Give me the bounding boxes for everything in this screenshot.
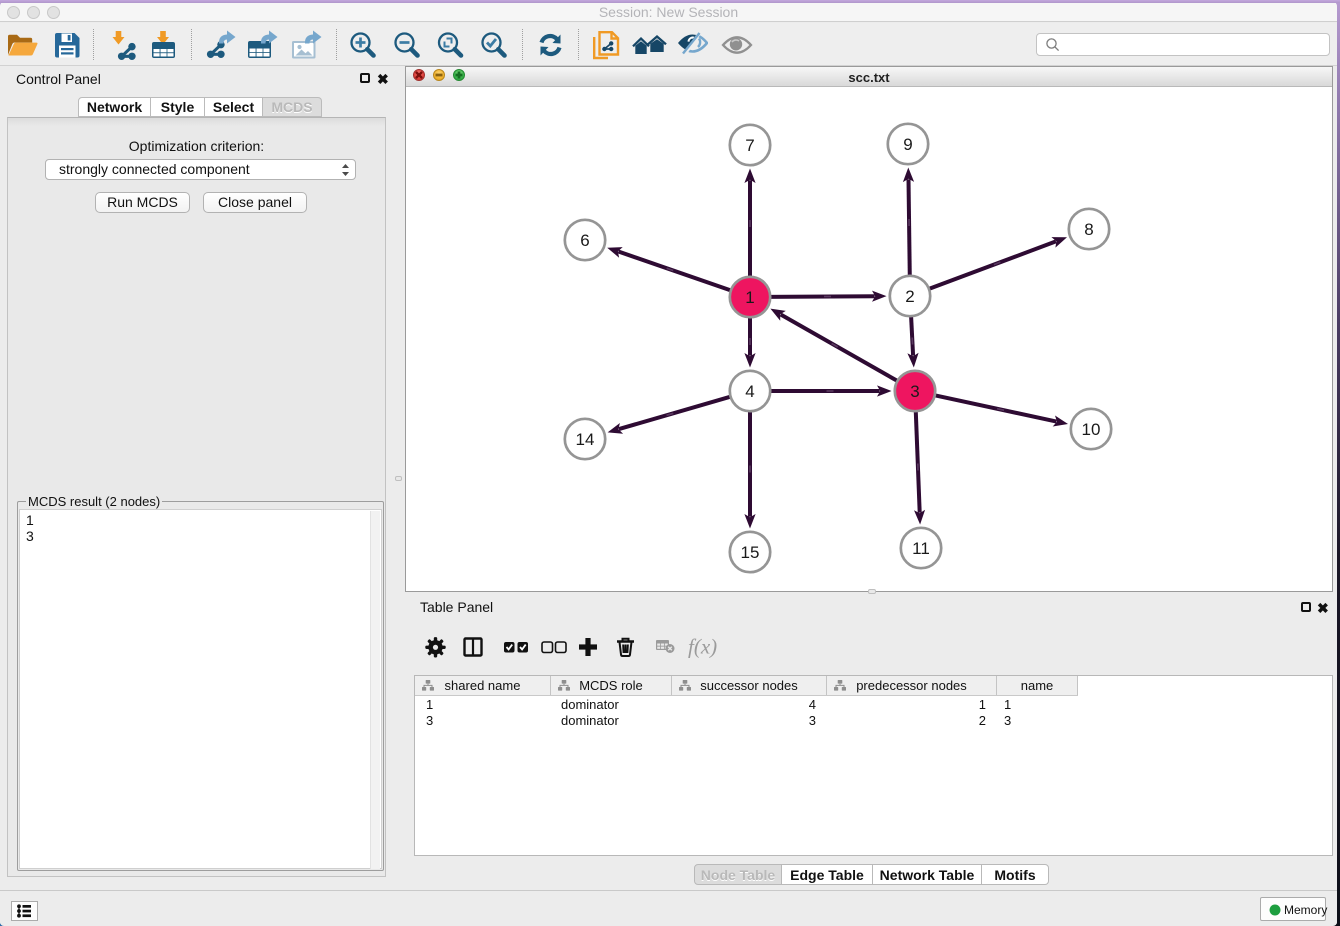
svg-text:7: 7: [745, 136, 754, 155]
svg-text:1: 1: [745, 288, 754, 307]
svg-text:8: 8: [1084, 220, 1093, 239]
svg-text:4: 4: [745, 382, 754, 401]
svg-text:3: 3: [910, 382, 919, 401]
svg-text:2: 2: [905, 287, 914, 306]
svg-text:10: 10: [1082, 420, 1101, 439]
svg-text:6: 6: [580, 231, 589, 250]
svg-text:11: 11: [912, 539, 930, 558]
svg-text:f(x): f(x): [688, 635, 717, 659]
svg-text:9: 9: [903, 135, 912, 154]
svg-text:14: 14: [576, 430, 595, 449]
svg-text:15: 15: [741, 543, 760, 562]
